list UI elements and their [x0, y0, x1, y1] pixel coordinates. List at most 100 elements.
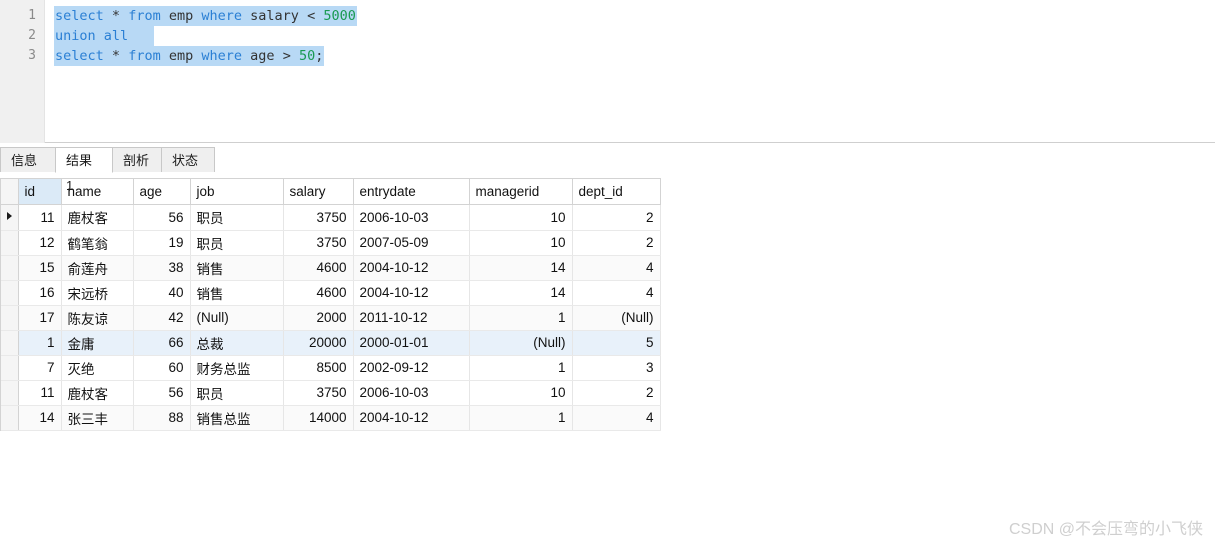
- cell-id[interactable]: 16: [18, 280, 62, 306]
- row-indicator-cell[interactable]: [1, 380, 19, 406]
- cell-job[interactable]: 销售总监: [190, 405, 284, 431]
- row-indicator-cell[interactable]: [1, 230, 19, 256]
- table-row[interactable]: 14 张三丰 88 销售总监 14000 2004-10-12 1 4: [1, 405, 661, 431]
- cell-job[interactable]: 销售: [190, 255, 284, 281]
- cell-name[interactable]: 俞莲舟: [61, 255, 134, 281]
- cell-managerid[interactable]: 10: [469, 380, 573, 406]
- cell-entrydate[interactable]: 2004-10-12: [353, 280, 470, 306]
- sql-code-area[interactable]: 1 select * from emp where salary < 5000 2 u…: [0, 6, 1215, 66]
- cell-id[interactable]: 7: [18, 355, 62, 381]
- table-row[interactable]: 11 鹿杖客 56 职员 3750 2006-10-03 10 2: [1, 380, 661, 406]
- table-row[interactable]: 16 宋远桥 40 销售 4600 2004-10-12 14 4: [1, 280, 661, 306]
- cell-salary[interactable]: 8500: [283, 355, 354, 381]
- table-row[interactable]: 15 俞莲舟 38 销售 4600 2004-10-12 14 4: [1, 255, 661, 281]
- cell-job[interactable]: 职员: [190, 230, 284, 256]
- cell-age[interactable]: 56: [133, 380, 191, 406]
- cell-dept_id[interactable]: 4: [572, 255, 661, 281]
- column-header-dept_id[interactable]: dept_id: [572, 179, 661, 205]
- cell-name[interactable]: 金庸: [61, 330, 134, 356]
- row-indicator-cell[interactable]: [1, 204, 19, 231]
- code-line-text[interactable]: select * from emp where salary < 5000: [54, 6, 357, 26]
- cell-name[interactable]: 张三丰: [61, 405, 134, 431]
- cell-salary[interactable]: 14000: [283, 405, 354, 431]
- result-tab[interactable]: 剖析: [112, 147, 162, 173]
- code-line[interactable]: 2 union all: [0, 26, 1215, 46]
- cell-salary[interactable]: 3750: [283, 380, 354, 406]
- table-row[interactable]: 17 陈友谅 42 (Null) 2000 2011-10-12 1 (Null): [1, 305, 661, 331]
- cell-entrydate[interactable]: 2006-10-03: [353, 380, 470, 406]
- cell-name[interactable]: 宋远桥: [61, 280, 134, 306]
- cell-dept_id[interactable]: 2: [572, 230, 661, 256]
- column-header-age[interactable]: age: [133, 179, 191, 205]
- sql-editor[interactable]: 1 select * from emp where salary < 5000 2 u…: [0, 0, 1215, 143]
- cell-job[interactable]: 职员: [190, 380, 284, 406]
- code-line-text[interactable]: union all: [54, 26, 154, 46]
- cell-id[interactable]: 11: [18, 204, 62, 231]
- cell-managerid[interactable]: 1: [469, 305, 573, 331]
- result-tab[interactable]: 信息: [0, 147, 56, 173]
- cell-job[interactable]: 销售: [190, 280, 284, 306]
- cell-entrydate[interactable]: 2000-01-01: [353, 330, 470, 356]
- code-line-text[interactable]: select * from emp where age > 50;: [54, 46, 325, 66]
- row-indicator-cell[interactable]: [1, 255, 19, 281]
- cell-name[interactable]: 陈友谅: [61, 305, 134, 331]
- cell-age[interactable]: 66: [133, 330, 191, 356]
- cell-dept_id[interactable]: (Null): [572, 305, 661, 331]
- row-indicator-cell[interactable]: [1, 355, 19, 381]
- cell-age[interactable]: 19: [133, 230, 191, 256]
- cell-salary[interactable]: 2000: [283, 305, 354, 331]
- table-row[interactable]: 12 鹤笔翁 19 职员 3750 2007-05-09 10 2: [1, 230, 661, 256]
- column-header-entrydate[interactable]: entrydate: [353, 179, 470, 205]
- cell-id[interactable]: 14: [18, 405, 62, 431]
- cell-entrydate[interactable]: 2002-09-12: [353, 355, 470, 381]
- cell-job[interactable]: (Null): [190, 305, 284, 331]
- cell-age[interactable]: 40: [133, 280, 191, 306]
- cell-job[interactable]: 职员: [190, 204, 284, 231]
- cell-dept_id[interactable]: 2: [572, 380, 661, 406]
- row-indicator-cell[interactable]: [1, 330, 19, 356]
- cell-salary[interactable]: 20000: [283, 330, 354, 356]
- cell-id[interactable]: 12: [18, 230, 62, 256]
- cell-salary[interactable]: 3750: [283, 204, 354, 231]
- cell-job[interactable]: 财务总监: [190, 355, 284, 381]
- cell-name[interactable]: 鹿杖客: [61, 204, 134, 231]
- cell-age[interactable]: 56: [133, 204, 191, 231]
- cell-managerid[interactable]: 14: [469, 280, 573, 306]
- code-line[interactable]: 1 select * from emp where salary < 5000: [0, 6, 1215, 26]
- code-line[interactable]: 3 select * from emp where age > 50;: [0, 46, 1215, 66]
- cell-id[interactable]: 11: [18, 380, 62, 406]
- row-indicator-cell[interactable]: [1, 305, 19, 331]
- cell-age[interactable]: 42: [133, 305, 191, 331]
- column-header-managerid[interactable]: managerid: [469, 179, 573, 205]
- cell-id[interactable]: 15: [18, 255, 62, 281]
- cell-salary[interactable]: 4600: [283, 280, 354, 306]
- cell-entrydate[interactable]: 2011-10-12: [353, 305, 470, 331]
- cell-dept_id[interactable]: 3: [572, 355, 661, 381]
- cell-entrydate[interactable]: 2006-10-03: [353, 204, 470, 231]
- cell-salary[interactable]: 4600: [283, 255, 354, 281]
- column-header-id[interactable]: id: [18, 179, 62, 205]
- cell-id[interactable]: 17: [18, 305, 62, 331]
- cell-age[interactable]: 88: [133, 405, 191, 431]
- row-indicator-cell[interactable]: [1, 280, 19, 306]
- cell-job[interactable]: 总裁: [190, 330, 284, 356]
- cell-managerid[interactable]: 1: [469, 355, 573, 381]
- cell-managerid[interactable]: 10: [469, 230, 573, 256]
- table-row[interactable]: 11 鹿杖客 56 职员 3750 2006-10-03 10 2: [1, 204, 661, 231]
- cell-age[interactable]: 38: [133, 255, 191, 281]
- cell-managerid[interactable]: (Null): [469, 330, 573, 356]
- cell-name[interactable]: 灭绝: [61, 355, 134, 381]
- column-header-salary[interactable]: salary: [283, 179, 354, 205]
- cell-entrydate[interactable]: 2007-05-09: [353, 230, 470, 256]
- cell-id[interactable]: 1: [18, 330, 62, 356]
- cell-dept_id[interactable]: 4: [572, 405, 661, 431]
- cell-salary[interactable]: 3750: [283, 230, 354, 256]
- cell-entrydate[interactable]: 2004-10-12: [353, 405, 470, 431]
- cell-age[interactable]: 60: [133, 355, 191, 381]
- table-row[interactable]: 7 灭绝 60 财务总监 8500 2002-09-12 1 3: [1, 355, 661, 381]
- cell-managerid[interactable]: 10: [469, 204, 573, 231]
- table-row[interactable]: 1 金庸 66 总裁 20000 2000-01-01 (Null) 5: [1, 330, 661, 356]
- column-header-job[interactable]: job: [190, 179, 284, 205]
- cell-managerid[interactable]: 14: [469, 255, 573, 281]
- row-indicator-cell[interactable]: [1, 405, 19, 431]
